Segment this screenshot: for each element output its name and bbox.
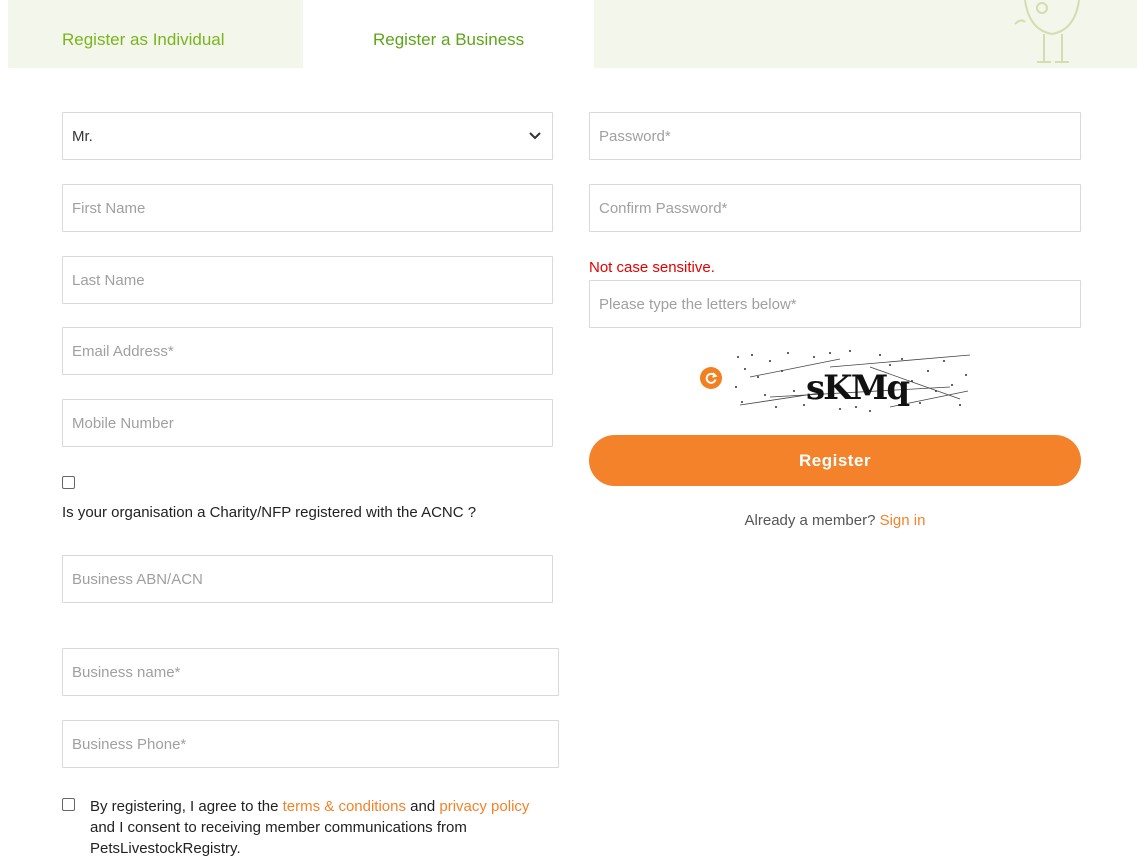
business-phone-input[interactable]	[63, 721, 558, 767]
abn-field[interactable]	[62, 555, 553, 603]
captcha-image: sKMq	[735, 350, 971, 412]
last-name-input[interactable]	[63, 257, 552, 303]
tab-register-business-label: Register a Business	[373, 30, 525, 49]
tab-register-individual-label: Register as Individual	[62, 30, 225, 49]
title-select-value: Mr.	[72, 127, 93, 145]
abn-input[interactable]	[63, 556, 552, 602]
captcha-text: sKMq	[806, 368, 909, 408]
last-name-field[interactable]	[62, 256, 553, 304]
email-field[interactable]	[62, 327, 553, 375]
captcha-input[interactable]	[590, 281, 1080, 327]
confirm-password-input[interactable]	[590, 185, 1080, 231]
terms-consent-text: By registering, I agree to the terms & c…	[90, 796, 530, 859]
captcha-field[interactable]	[589, 280, 1081, 328]
terms-and: and	[410, 798, 436, 815]
tab-bar-background	[594, 0, 1137, 68]
terms-checkbox[interactable]	[62, 798, 75, 811]
business-phone-field[interactable]	[62, 720, 559, 768]
member-prompt: Already a member? Sign in	[589, 512, 1081, 529]
tab-register-individual[interactable]: Register as Individual	[8, 0, 303, 68]
business-name-field[interactable]	[62, 648, 559, 696]
charity-question-label: Is your organisation a Charity/NFP regis…	[62, 504, 477, 521]
register-button[interactable]: Register	[589, 435, 1081, 486]
terms-prefix: By registering, I agree to the	[90, 798, 279, 815]
mascot-illustration-icon	[1014, 0, 1080, 63]
terms-suffix: and I consent to receiving member commun…	[90, 819, 467, 857]
chevron-down-icon	[529, 132, 541, 140]
mobile-field[interactable]	[62, 399, 553, 447]
business-name-input[interactable]	[63, 649, 558, 695]
first-name-field[interactable]	[62, 184, 553, 232]
sign-in-link[interactable]: Sign in	[880, 512, 926, 529]
registration-tabs: Register as Individual Register a Busine…	[8, 0, 1137, 76]
tab-register-business[interactable]: Register a Business	[311, 0, 594, 76]
password-input[interactable]	[590, 113, 1080, 159]
mobile-input[interactable]	[63, 400, 552, 446]
captcha-widget: sKMq	[700, 347, 972, 415]
terms-conditions-link[interactable]: terms & conditions	[283, 798, 406, 815]
refresh-captcha-icon[interactable]	[700, 367, 722, 389]
password-field[interactable]	[589, 112, 1081, 160]
privacy-policy-link[interactable]: privacy policy	[439, 798, 529, 815]
email-input[interactable]	[63, 328, 552, 374]
member-text: Already a member?	[744, 512, 876, 529]
charity-checkbox[interactable]	[62, 476, 75, 489]
captcha-note: Not case sensitive.	[589, 259, 715, 276]
confirm-password-field[interactable]	[589, 184, 1081, 232]
first-name-input[interactable]	[63, 185, 552, 231]
title-select[interactable]: Mr.	[62, 112, 553, 160]
